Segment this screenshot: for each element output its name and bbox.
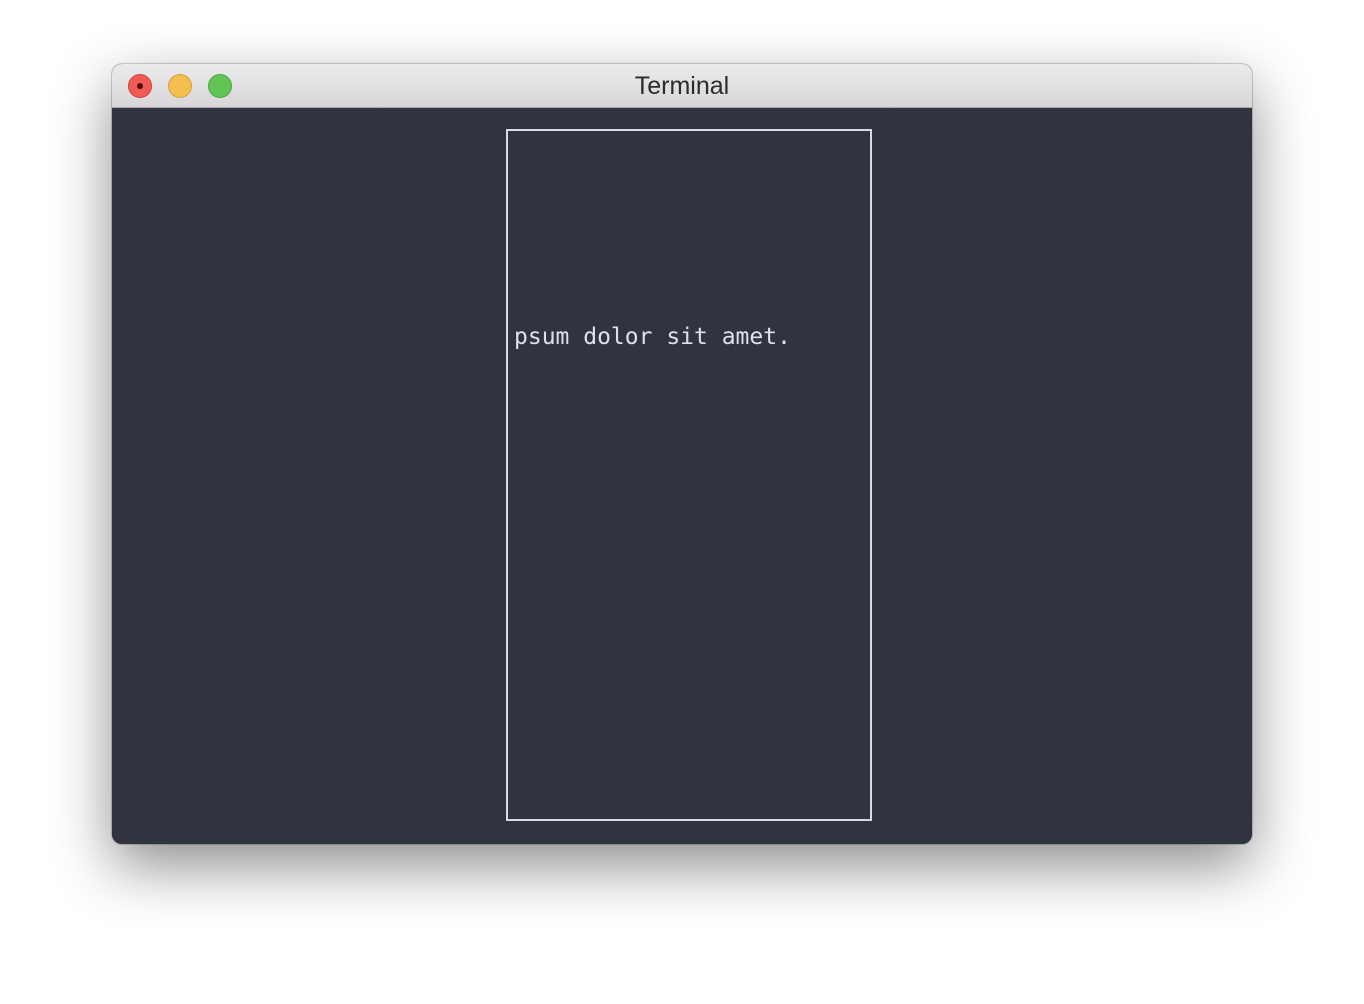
title-bar[interactable]: Terminal [112,64,1252,108]
terminal-text-line: psum dolor sit amet. [514,324,791,350]
window-title: Terminal [634,72,730,100]
terminal-content[interactable]: psum dolor sit amet. [112,108,1252,844]
terminal-pane[interactable]: psum dolor sit amet. [506,129,872,821]
terminal-window: Terminal psum dolor sit amet. [112,64,1252,844]
